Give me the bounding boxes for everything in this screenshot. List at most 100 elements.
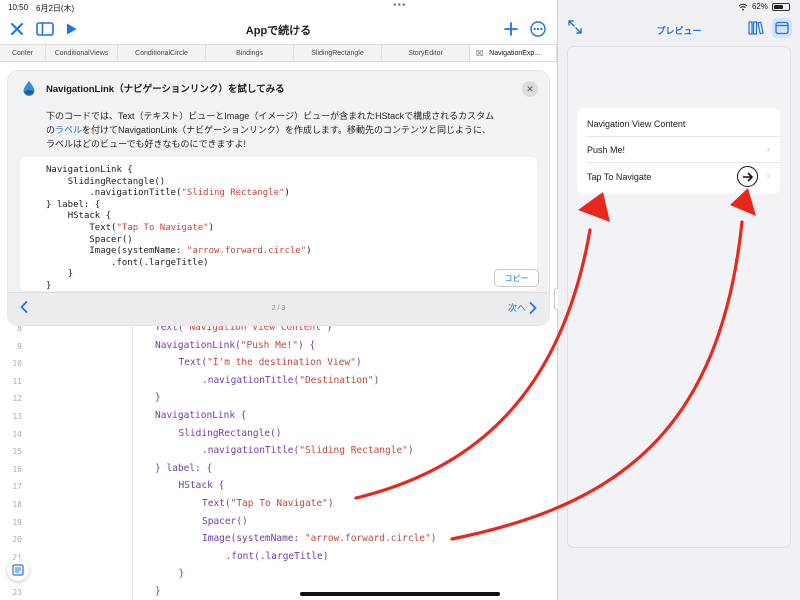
code-token: ) — [306, 246, 312, 257]
code-token: "arrow.forward.circle" — [304, 533, 431, 545]
card-header: NavigationLink（ナビゲーションリンク）を試してみる — [21, 80, 285, 96]
snippet-line: } — [46, 269, 73, 279]
code-token: ) — [327, 498, 334, 509]
preview-list: Navigation View Content Push Me! › Tap T… — [577, 108, 780, 194]
arrow-forward-circle-icon — [737, 166, 758, 187]
line-number: 10 — [12, 359, 22, 369]
snippet-line: HStack { — [46, 211, 111, 221]
line-number: 19 — [12, 517, 22, 527]
card-close-button[interactable]: ✕ — [522, 81, 538, 97]
chevron-right-icon — [529, 301, 537, 314]
chevron-right-icon: › — [766, 171, 770, 182]
code-token: } — [67, 269, 74, 280]
label-glossary-link[interactable]: ラベル — [55, 125, 82, 135]
battery-percent: 62% — [751, 2, 768, 11]
line-number: 9 — [17, 341, 22, 351]
code-token: ) — [284, 188, 290, 199]
document-list-button[interactable] — [7, 559, 29, 581]
card-description: 下のコードでは、Text（テキスト）ビューとImage（イメージ）ビューが含まれ… — [46, 109, 541, 151]
code-token: .font(.largeTitle) — [225, 550, 329, 562]
line-number: 17 — [12, 482, 22, 492]
code-token: } label: { — [46, 199, 101, 210]
code-line: .navigationTitle("Sliding Rectangle") — [202, 445, 414, 456]
list-row-push-me[interactable]: Push Me! › — [577, 136, 780, 163]
copy-button[interactable]: コピー — [494, 269, 539, 287]
home-indicator[interactable] — [300, 592, 500, 596]
code-line: SlidingRectangle() — [179, 428, 282, 439]
desc-line: のラベルを付けてNavigationLink（ナビゲーションリンク）を作成します… — [46, 123, 541, 137]
code-token: ) — [373, 374, 380, 386]
snippet-line: } label: { — [46, 200, 100, 210]
battery-icon — [772, 2, 790, 11]
code-snippet: NavigationLink { SlidingRectangle() .nav… — [20, 157, 537, 291]
row-label: Tap To Navigate — [587, 171, 652, 182]
code-token: Text( — [202, 498, 231, 509]
code-line: .navigationTitle("Destination") — [202, 375, 379, 386]
code-token: NavigationLink( — [155, 339, 241, 351]
row-label: Navigation View Content — [587, 118, 686, 129]
list-row-tap-to-navigate[interactable]: Tap To Navigate › — [577, 163, 780, 190]
preview-pane: 62% プレビュー Navigation View Content Push M… — [558, 0, 800, 600]
wifi-icon — [738, 3, 748, 10]
code-token: } — [46, 281, 52, 291]
page-indicator: 2 / 3 — [271, 305, 286, 312]
preview-canvas: Navigation View Content Push Me! › Tap T… — [568, 47, 790, 547]
list-row-content: Navigation View Content — [577, 110, 780, 137]
code-token: Image(systemName: — [202, 533, 305, 545]
code-token: .navigationTitle( — [89, 188, 182, 199]
code-token: ) — [355, 357, 362, 369]
code-token: "Destination" — [299, 374, 374, 386]
code-token: .navigationTitle( — [202, 445, 300, 457]
code-token: .font(.largeTitle) — [111, 257, 209, 268]
code-token: ) — [430, 533, 437, 545]
code-line: } — [155, 586, 161, 597]
desc-line: 下のコードでは、Text（テキスト）ビューとImage（イメージ）ビューが含まれ… — [46, 111, 495, 121]
code-line: NavigationLink("Push Me!") { — [155, 340, 315, 351]
code-line: .font(.largeTitle) — [226, 551, 329, 562]
snippet-line: .navigationTitle("Sliding Rectangle") — [46, 188, 290, 198]
code-token: Spacer() — [89, 234, 133, 245]
code-token: ) — [208, 223, 214, 233]
snippet-line: NavigationLink { — [46, 165, 133, 175]
app-root: 10:50 6月2日(木) ••• Appで続ける Conter Conditi… — [0, 0, 800, 600]
snippet-line: SlidingRectangle() — [46, 177, 166, 187]
tutorial-card: NavigationLink（ナビゲーションリンク）を試してみる ✕ 下のコード… — [8, 71, 549, 325]
code-token: HStack { — [178, 480, 225, 492]
snippet-line: } — [46, 281, 51, 291]
code-token: } — [155, 392, 161, 404]
code-token: "Push Me!" — [240, 339, 298, 351]
code-line: } — [155, 392, 161, 403]
code-line: NavigationLink { — [155, 410, 247, 421]
preview-toggle-button[interactable] — [772, 18, 792, 38]
line-number: 18 — [12, 500, 22, 509]
code-token: SlidingRectangle() — [178, 427, 282, 439]
snippet-line: Spacer() — [46, 234, 133, 245]
next-page-button[interactable]: 次へ — [508, 301, 537, 314]
snippet-line: Image(systemName: "arrow.forward.circle"… — [46, 246, 312, 257]
line-number: 14 — [12, 429, 22, 439]
library-icon[interactable] — [748, 20, 764, 41]
code-line: Text("I'm the destination View") — [179, 357, 362, 368]
line-number: 23 — [12, 588, 22, 597]
card-title: NavigationLink（ナビゲーションリンク）を試してみる — [46, 84, 285, 95]
code-token: "Tap To Navigate" — [230, 498, 328, 509]
code-token: Text( — [178, 357, 208, 369]
code-token: } label: { — [155, 462, 213, 474]
line-number: 20 — [12, 535, 22, 545]
code-token: "Sliding Rectangle" — [181, 188, 285, 199]
code-token: NavigationLink { — [46, 165, 133, 175]
code-line: Text("Tap To Navigate") — [202, 498, 334, 509]
code-token: ) { — [298, 339, 316, 351]
editor-pane: 10:50 6月2日(木) ••• Appで続ける Conter Conditi… — [0, 0, 557, 600]
code-token: "arrow.forward.circle" — [186, 246, 307, 257]
line-number: 13 — [12, 412, 22, 421]
chevron-right-icon: › — [766, 144, 770, 155]
line-number: 15 — [12, 447, 22, 457]
